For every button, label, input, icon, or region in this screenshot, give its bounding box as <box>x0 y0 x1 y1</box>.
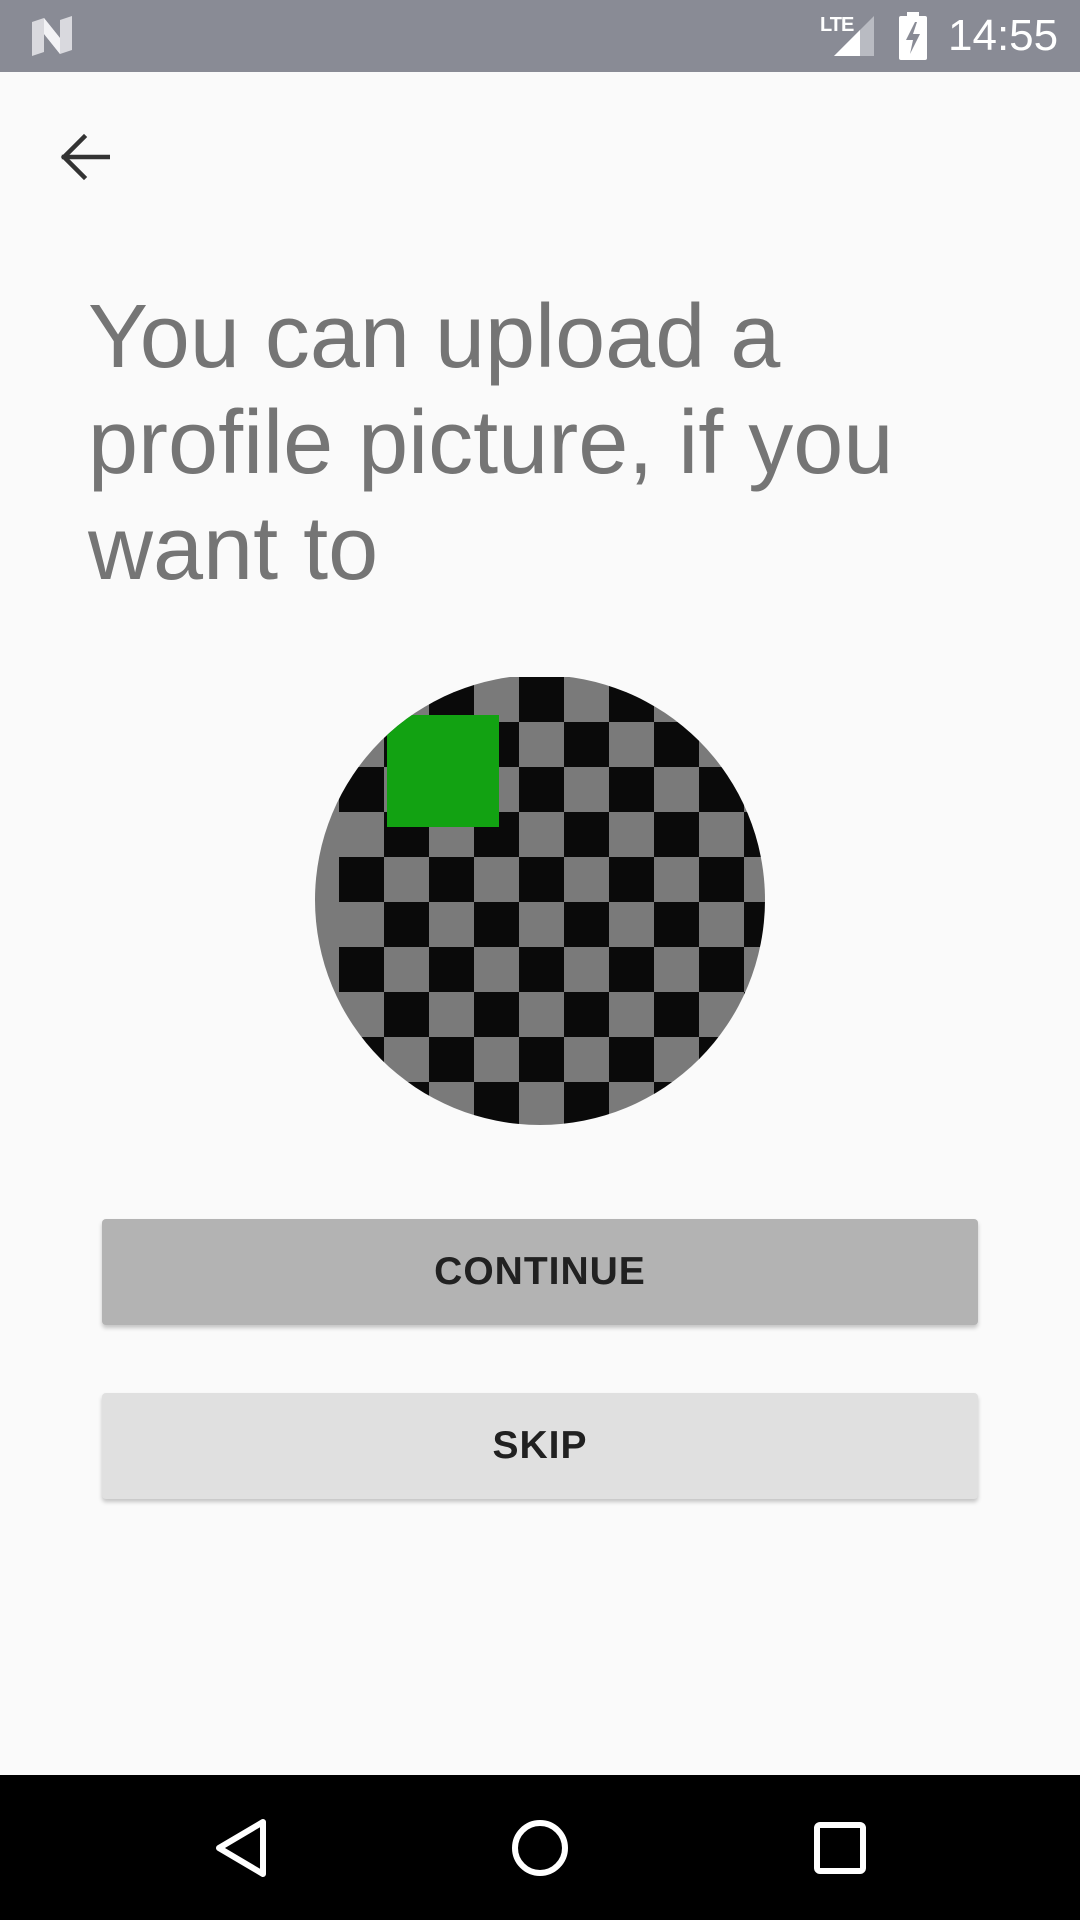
page-title: You can upload a profile picture, if you… <box>88 287 894 599</box>
nav-back-triangle-icon <box>216 1818 266 1877</box>
skip-button[interactable]: SKIP <box>102 1393 978 1499</box>
nav-recents-square-icon <box>814 1821 866 1874</box>
nav-home-circle-icon <box>512 1819 568 1876</box>
nav-recents-button[interactable] <box>770 1775 910 1920</box>
continue-button[interactable]: CONTINUE <box>102 1219 978 1325</box>
nav-home-button[interactable] <box>470 1775 610 1920</box>
android-n-logo-icon <box>32 16 72 56</box>
status-bar: LTE 14:55 <box>0 0 1080 72</box>
battery-charging-icon <box>899 12 927 60</box>
network-type-label: LTE <box>820 14 854 36</box>
profile-picture-placeholder <box>315 675 765 1125</box>
navigation-bar <box>0 1775 1080 1920</box>
avatar-accent-square <box>387 715 499 827</box>
nav-back-button[interactable] <box>171 1775 311 1920</box>
back-button[interactable] <box>44 116 126 198</box>
profile-picture[interactable] <box>315 675 765 1125</box>
arrow-back-icon <box>60 133 110 181</box>
status-clock: 14:55 <box>948 11 1059 60</box>
